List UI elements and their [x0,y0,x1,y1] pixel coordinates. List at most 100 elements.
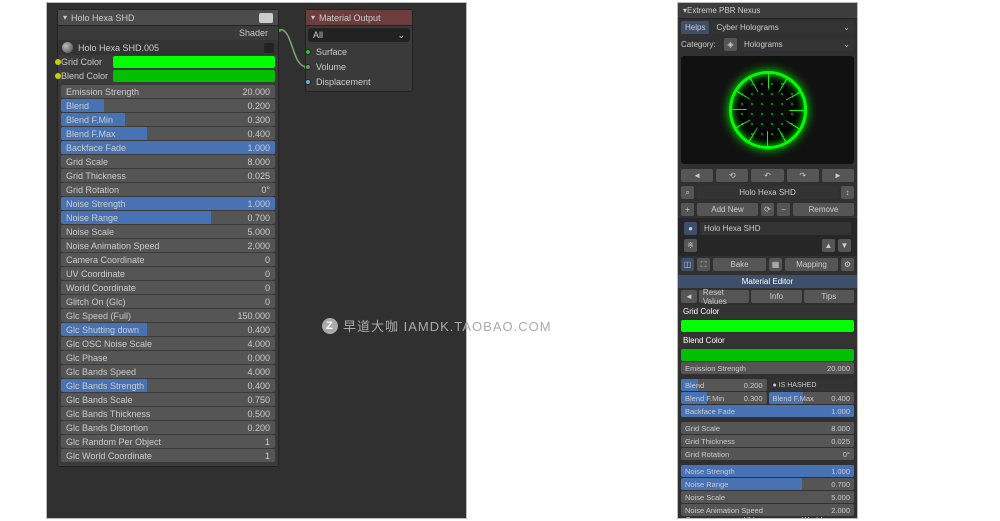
param-row[interactable]: Backface Fade1.000 [681,405,854,417]
down-icon[interactable]: ▼ [838,239,851,252]
blend-color-label: Blend Color [61,71,113,81]
param-value: 4.000 [247,339,275,349]
blend-color-swatch[interactable] [113,70,275,82]
shader-name-field[interactable]: Holo Hexa SHD [700,222,851,235]
output-socket[interactable]: Displacement [308,74,410,89]
collapse-icon[interactable]: ▾ [63,10,67,26]
param-row[interactable]: Noise Animation Speed2.000 [681,504,854,516]
next-mat-button[interactable]: ► [822,169,854,182]
options-icon[interactable]: ↕ [841,186,854,199]
param-row[interactable]: Grid Rotation 0° [61,183,275,196]
shader-node[interactable]: ▾ Holo Hexa SHD Shader Holo Hexa SHD.005… [57,9,279,467]
node-group-selector[interactable]: Holo Hexa SHD.005 [58,40,278,55]
param-row[interactable]: Emission Strength20.000 [681,362,854,374]
param-row[interactable]: Blend0.200 [681,379,767,391]
node-preview-icon[interactable] [259,13,273,23]
param-row[interactable]: Blend F.Max0.400 [769,392,855,404]
shader-output-label: Shader [58,26,278,40]
grid-color-swatch[interactable] [681,320,854,332]
param-row[interactable]: Glc Bands Speed 4.000 [61,365,275,378]
up-icon[interactable]: ▲ [822,239,835,252]
param-row[interactable]: Glc Shutting down 0.400 [61,323,275,336]
grid-color-swatch[interactable] [113,56,275,68]
category-icon-button[interactable]: ◈ [724,38,737,51]
param-row[interactable]: Glitch On (Glc) 0 [61,295,275,308]
output-socket[interactable]: Surface [308,44,410,59]
param-row[interactable]: Noise Scale5.000 [681,491,854,503]
left-arrow-icon[interactable]: ◄ [681,290,697,303]
param-row[interactable]: UV Coordinate 0 [61,267,275,280]
param-row[interactable]: Glc Phase 0.000 [61,351,275,364]
panel-header[interactable]: ▾ Extreme PBR Nexus [678,3,857,19]
material-editor-header[interactable]: Material Editor [678,275,857,288]
mat-sphere-icon[interactable]: ● [684,222,697,235]
param-row[interactable]: Blend F.Max 0.400 [61,127,275,140]
blend-color-swatch[interactable] [681,349,854,361]
param-row[interactable]: Blend 0.200 [61,99,275,112]
param-row[interactable]: Noise Strength 1.000 [61,197,275,210]
redo-button[interactable]: ↷ [787,169,819,182]
info-button[interactable]: Info [751,290,801,303]
helps-select[interactable]: Cyber Holograms⌄ [712,21,854,34]
param-row[interactable]: Grid Scale8.000 [681,422,854,434]
helps-button[interactable]: Helps [681,21,709,34]
fx-icon[interactable]: ※ [684,239,697,252]
param-row[interactable]: Grid Thickness 0.025 [61,169,275,182]
reload-button[interactable]: ⟲ [716,169,748,182]
output-target-select[interactable]: All ⌄ [308,28,410,42]
tex-icon[interactable]: ◫ [681,258,694,271]
add-icon[interactable]: + [681,203,694,216]
link-icon[interactable]: ⛶ [697,258,710,271]
param-value: 4.000 [247,367,275,377]
category-select[interactable]: Holograms⌄ [740,38,854,51]
output-target-value: All [313,30,323,40]
param-row[interactable]: Grid Rotation0° [681,448,854,460]
undo-button[interactable]: ↶ [751,169,783,182]
remove-button[interactable]: Remove [793,203,854,216]
node-header[interactable]: ▾ Holo Hexa SHD [58,10,278,26]
param-row[interactable]: Blend F.Min0.300 [681,392,767,404]
shield-icon[interactable] [264,43,274,53]
minus-icon[interactable]: − [777,203,790,216]
param-row[interactable]: Grid Scale 8.000 [61,155,275,168]
param-row[interactable]: Glc OSC Noise Scale 4.000 [61,337,275,350]
param-row[interactable]: Glc Bands Scale 0.750 [61,393,275,406]
param-row[interactable]: World Coordinate 0 [61,281,275,294]
param-row[interactable]: Noise Animation Speed 2.000 [61,239,275,252]
param-row[interactable]: Glc Bands Strength 0.400 [61,379,275,392]
param-row[interactable]: Glc Random Per Object 1 [61,435,275,448]
param-row[interactable]: Noise Range0.700 [681,478,854,490]
param-row[interactable]: Noise Scale 5.000 [61,225,275,238]
output-socket[interactable]: Volume [308,59,410,74]
collapse-icon[interactable]: ▾ [311,10,315,26]
param-row[interactable]: Backface Fade 1.000 [61,141,275,154]
bake-button[interactable]: Bake [713,258,766,271]
grid-color-row[interactable]: Grid Color [58,55,278,69]
param-row[interactable]: Emission Strength 20.000 [61,85,275,98]
param-row[interactable]: Blend F.Min 0.300 [61,113,275,126]
output-node-header[interactable]: ▾ Material Output [306,10,412,26]
param-row[interactable]: Noise Strength1.000 [681,465,854,477]
param-row[interactable]: Noise Range 0.700 [61,211,275,224]
param-row[interactable]: Glc Bands Thickness 0.500 [61,407,275,420]
param-row[interactable]: Grid Thickness0.025 [681,435,854,447]
replace-icon[interactable]: ⟳ [761,203,774,216]
gear-icon[interactable]: ⚙ [841,258,854,271]
param-row[interactable]: ● IS HASHED [769,379,855,391]
param-row[interactable]: Glc Bands Distortion 0.200 [61,421,275,434]
param-row[interactable]: Glc World Coordinate 1 [61,449,275,462]
material-output-node[interactable]: ▾ Material Output All ⌄ SurfaceVolumeDis… [305,9,413,92]
tips-button[interactable]: Tips [804,290,854,303]
prev-mat-button[interactable]: ◄ [681,169,713,182]
material-preview[interactable] [681,56,854,164]
add-new-button[interactable]: Add New [697,203,758,216]
grid-icon[interactable]: ▦ [769,258,782,271]
param-name: World Coordinate [61,283,265,293]
reset-values-button[interactable]: Reset Values [699,290,749,303]
material-name-field[interactable]: Holo Hexa SHD [697,186,838,199]
mapping-button[interactable]: Mapping [785,258,838,271]
param-row[interactable]: Camera Coordinate 0 [61,253,275,266]
param-row[interactable]: Glc Speed (Full) 150.000 [61,309,275,322]
search-icon[interactable]: ⌕ [681,186,694,199]
blend-color-row[interactable]: Blend Color [58,69,278,83]
